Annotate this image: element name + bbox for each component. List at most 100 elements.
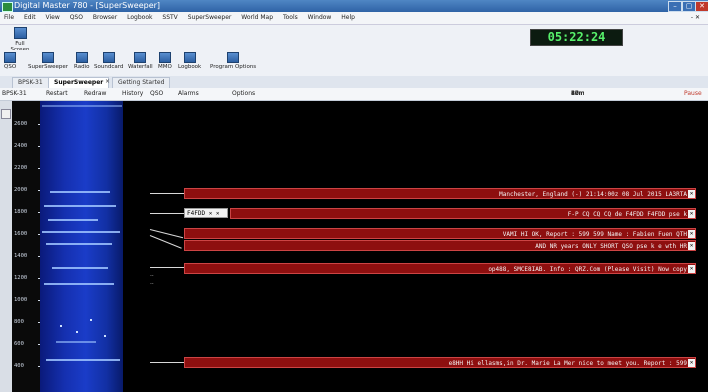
mmo-label: MMO <box>158 64 172 70</box>
signal-dot <box>90 319 92 321</box>
radio-label: Radio <box>74 64 90 70</box>
close-icon[interactable]: ✕ <box>688 242 695 250</box>
scale-handle[interactable] <box>1 109 11 119</box>
signal-trace <box>56 341 96 343</box>
menu-window[interactable]: Window <box>304 12 336 24</box>
decode-connector <box>150 267 184 268</box>
mdi-close-button[interactable]: - ✕ <box>687 12 704 24</box>
signal-trace <box>52 267 108 269</box>
signal-dot <box>60 325 62 327</box>
signal-trace <box>46 359 120 361</box>
decode-connector <box>150 193 184 194</box>
close-icon[interactable]: ✕ <box>688 190 695 198</box>
restart-button[interactable]: Restart <box>46 88 68 100</box>
gear-icon <box>227 52 240 63</box>
decoded-line[interactable]: Manchester, England (-) 21:14:00z 08 Jul… <box>184 188 696 199</box>
decoded-line[interactable]: VAMI HI OK, Report : 599 599 Name : Fabi… <box>184 228 696 239</box>
decoded-line[interactable]: op488, SMCE8IAB. Info : QRZ.Com (Please … <box>184 263 696 274</box>
supersweeper-button[interactable]: SuperSweeper <box>28 52 68 70</box>
callsign-value: F4FDD <box>187 210 206 217</box>
ribbon-top: Full Screen 05:22:24 <box>0 25 708 53</box>
qso-dropdown[interactable]: QSO <box>150 88 163 100</box>
radio-button[interactable]: Radio <box>74 52 89 70</box>
axis-tick: 2200 <box>14 165 43 171</box>
axis-tick: 400 <box>14 363 42 369</box>
close-icon[interactable]: ✕ <box>688 359 695 367</box>
marker-dots: .. <box>150 279 154 286</box>
decoded-text: F-P CQ CQ CQ de F4FDD F4FDD pse k <box>567 211 687 218</box>
menu-supersweeper[interactable]: SuperSweeper <box>184 12 236 24</box>
options-button[interactable]: Options <box>232 88 255 100</box>
sweeper-toolbar: BPSK-31 Restart Redraw History QSO Alarm… <box>0 88 708 101</box>
history-button[interactable]: History <box>122 88 143 100</box>
callsign-box[interactable]: F4FDD ✕ ✕ <box>184 208 228 218</box>
utc-clock: 05:22:24 <box>530 29 623 46</box>
signal-trace <box>46 243 112 245</box>
qso-button[interactable]: QSO <box>4 52 16 70</box>
maximize-button[interactable]: ▢ <box>682 1 696 12</box>
program-options-button[interactable]: Program Options <box>210 52 256 70</box>
supersweeper-label: SuperSweeper <box>28 64 69 70</box>
logbook-icon <box>183 52 196 63</box>
decoded-line[interactable]: AND NR years ONLY SHORT QSO pse k e wth … <box>184 240 696 251</box>
menu-bar: File Edit View QSO Browser Logbook SSTV … <box>0 12 708 25</box>
menu-help[interactable]: Help <box>337 12 359 24</box>
tab-getting-started[interactable]: Getting Started <box>112 77 171 88</box>
menu-logbook[interactable]: Logbook <box>123 12 156 24</box>
waterfall-button[interactable]: Waterfall <box>128 52 153 70</box>
soundcard-icon <box>102 52 115 63</box>
axis-tick: 2400 <box>14 143 43 149</box>
axis-tick: 1400 <box>14 253 43 259</box>
pause-button[interactable]: Pause <box>684 88 702 100</box>
decoded-line[interactable]: F-P CQ CQ CQ de F4FDD F4FDD pse k ✕ <box>230 208 696 219</box>
signal-dot <box>76 331 78 333</box>
close-icon[interactable]: ✕ <box>688 265 695 273</box>
mmo-button[interactable]: MMO <box>158 52 172 70</box>
supersweeper-icon <box>42 52 54 63</box>
signal-trace <box>50 191 110 193</box>
decoded-line[interactable]: e8HH Hi ellasms,in Dr. Marie La Mer nice… <box>184 357 696 368</box>
axis-tick: 2600 <box>14 121 43 127</box>
menu-edit[interactable]: Edit <box>20 12 40 24</box>
tab-bpsk31[interactable]: BPSK-31 <box>12 77 49 88</box>
mmo-icon <box>158 52 171 63</box>
axis-tick: 2000 <box>14 187 43 193</box>
signal-dot <box>104 335 106 337</box>
menu-view[interactable]: View <box>42 12 64 24</box>
axis-tick: 1000 <box>14 297 43 303</box>
soundcard-button[interactable]: Soundcard <box>94 52 123 70</box>
minimize-button[interactable]: – <box>668 1 682 12</box>
menu-world-map[interactable]: World Map <box>237 12 277 24</box>
axis-tick: 800 <box>14 319 42 325</box>
axis-tick: 1200 <box>14 275 43 281</box>
menu-sstv[interactable]: SSTV <box>158 12 181 24</box>
soundcard-label: Soundcard <box>94 64 124 70</box>
waterfall-display[interactable] <box>40 101 123 392</box>
signal-trace <box>44 283 114 285</box>
logbook-button[interactable]: Logbook <box>178 52 201 70</box>
band-6m-button[interactable]: 6m <box>568 88 584 100</box>
alarms-dropdown[interactable]: Alarms <box>178 88 199 100</box>
close-icon[interactable]: ✕ <box>688 210 695 218</box>
app-icon <box>2 2 13 12</box>
decode-connector <box>149 235 182 249</box>
close-icon[interactable]: ✕ <box>688 230 695 238</box>
decoded-text: e8HH Hi ellasms,in Dr. Marie La Mer nice… <box>448 360 687 367</box>
decode-connector <box>150 362 184 363</box>
qso-icon <box>4 52 17 63</box>
signal-trace <box>44 205 116 207</box>
redraw-button[interactable]: Redraw <box>84 88 106 100</box>
decoded-text: Manchester, England (-) 21:14:00z 08 Jul… <box>499 191 687 198</box>
callsign-close-icons[interactable]: ✕ ✕ <box>209 210 220 217</box>
marker-dots: .. <box>150 271 154 278</box>
mode-select[interactable]: BPSK-31 <box>2 88 27 100</box>
menu-file[interactable]: File <box>0 12 18 24</box>
menu-browser[interactable]: Browser <box>89 12 121 24</box>
menu-tools[interactable]: Tools <box>279 12 302 24</box>
decoded-text: VAMI HI OK, Report : 599 599 Name : Fabi… <box>502 231 687 238</box>
axis-tick: 600 <box>14 341 42 347</box>
close-button[interactable]: ✕ <box>695 1 708 12</box>
menu-qso[interactable]: QSO <box>66 12 87 24</box>
logbook-label: Logbook <box>178 64 202 70</box>
qso-label: QSO <box>4 64 17 70</box>
